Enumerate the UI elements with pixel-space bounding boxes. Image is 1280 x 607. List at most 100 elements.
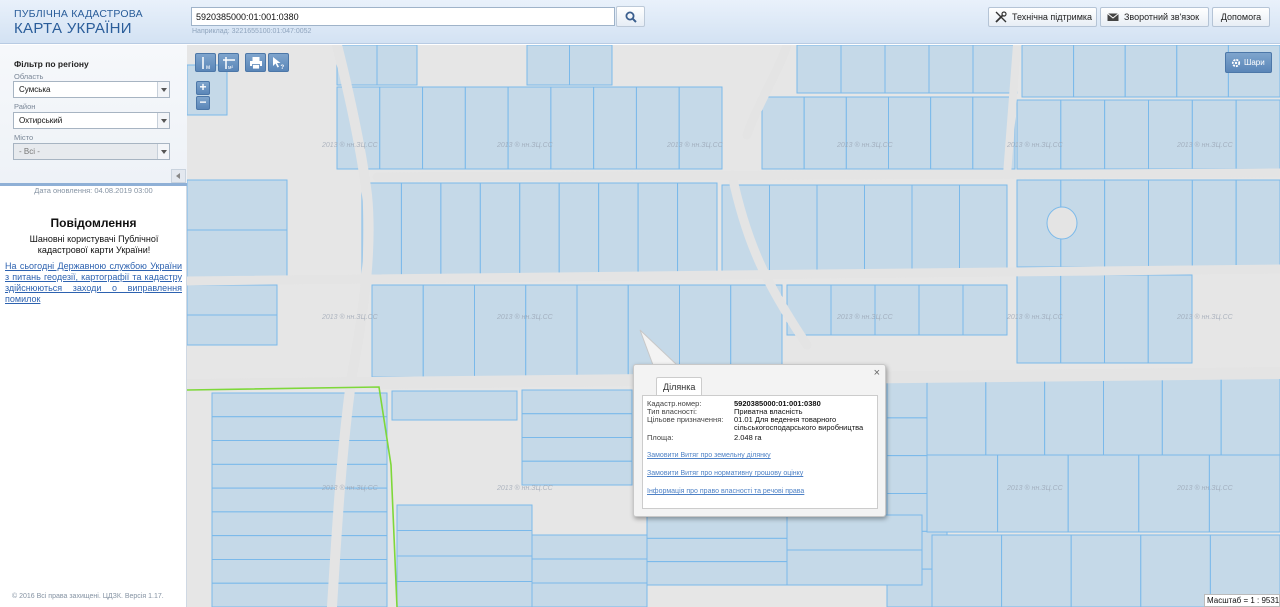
tab-parcel[interactable]: Ділянка	[656, 377, 703, 396]
land-parcel[interactable]	[769, 184, 818, 274]
land-parcel[interactable]	[845, 96, 889, 170]
land-parcel[interactable]	[519, 182, 560, 278]
land-parcel[interactable]	[187, 314, 278, 346]
land-parcel[interactable]	[677, 182, 718, 278]
collapse-sidebar-button[interactable]	[171, 169, 186, 183]
land-parcel[interactable]	[1016, 99, 1062, 170]
land-parcel[interactable]	[396, 530, 533, 557]
land-parcel[interactable]	[531, 534, 648, 560]
land-parcel[interactable]	[1104, 179, 1149, 268]
land-parcel[interactable]	[211, 535, 388, 560]
land-parcel[interactable]	[959, 184, 1008, 274]
land-parcel[interactable]	[521, 389, 633, 415]
land-parcel[interactable]	[1140, 534, 1211, 607]
land-parcel[interactable]	[864, 184, 913, 274]
land-parcel[interactable]	[211, 582, 388, 607]
land-parcel[interactable]	[422, 86, 466, 170]
logo[interactable]: ПУБЛІЧНА КАДАСТРОВА КАРТА УКРАЇНИ	[14, 9, 143, 36]
land-parcel[interactable]	[211, 392, 388, 418]
land-parcel[interactable]	[1235, 179, 1280, 268]
land-parcel[interactable]	[521, 413, 633, 438]
land-parcel[interactable]	[211, 440, 388, 465]
order-parcel-extract-link[interactable]: Замовити Витяг про земельну ділянку	[647, 452, 771, 459]
land-parcel[interactable]	[569, 45, 613, 86]
land-parcel[interactable]	[786, 514, 923, 551]
land-parcel[interactable]	[816, 184, 865, 274]
help-button[interactable]: Допомога	[1212, 7, 1270, 27]
land-parcel[interactable]	[187, 284, 278, 316]
land-parcel[interactable]	[930, 96, 974, 170]
land-parcel[interactable]	[926, 454, 999, 533]
land-parcel[interactable]	[558, 182, 600, 278]
land-parcel[interactable]	[678, 86, 723, 170]
land-parcel[interactable]	[646, 561, 788, 586]
zoom-out-button[interactable]: −	[196, 96, 210, 110]
land-parcel[interactable]	[1148, 179, 1193, 268]
city-select[interactable]: - Всі -	[13, 143, 170, 160]
land-parcel[interactable]	[1191, 99, 1237, 170]
land-parcel[interactable]	[211, 416, 388, 442]
land-parcel[interactable]	[598, 182, 639, 278]
land-parcel[interactable]	[576, 284, 629, 378]
land-parcel[interactable]	[550, 86, 595, 170]
land-parcel[interactable]	[1104, 99, 1149, 170]
land-parcel[interactable]	[1070, 534, 1142, 607]
notice-link[interactable]: На сьогодні Державною службою України з …	[5, 261, 182, 305]
land-parcel[interactable]	[507, 86, 552, 170]
land-parcel[interactable]	[761, 96, 805, 170]
land-parcel[interactable]	[187, 229, 288, 281]
land-parcel[interactable]	[1021, 45, 1075, 98]
land-parcel[interactable]	[985, 374, 1046, 456]
land-parcel[interactable]	[1124, 45, 1178, 98]
popup-close-button[interactable]: ×	[874, 367, 880, 379]
land-parcel[interactable]	[1148, 99, 1193, 170]
land-parcel[interactable]	[379, 86, 424, 170]
land-parcel[interactable]	[931, 534, 1003, 607]
land-parcel[interactable]	[593, 86, 637, 170]
land-parcel[interactable]	[786, 549, 923, 586]
land-parcel[interactable]	[1208, 454, 1280, 533]
land-parcel[interactable]	[400, 182, 442, 278]
land-parcel[interactable]	[1176, 45, 1229, 98]
land-parcel[interactable]	[1104, 274, 1149, 364]
map-canvas[interactable]: 2013 ® нн.ЗЦ.СС 2013 ® нн.ЗЦ.СС 2013 ® н…	[187, 45, 1280, 607]
land-parcel[interactable]	[1103, 374, 1163, 456]
land-parcel[interactable]	[422, 284, 475, 378]
land-parcel[interactable]	[1060, 274, 1105, 364]
land-parcel[interactable]	[474, 284, 527, 378]
land-parcel[interactable]	[525, 284, 578, 378]
identify-button[interactable]: ?	[268, 53, 289, 72]
land-parcel[interactable]	[391, 390, 518, 421]
feedback-button[interactable]: Зворотний зв'язок	[1100, 7, 1209, 27]
land-parcel[interactable]	[928, 45, 974, 94]
land-parcel[interactable]	[1191, 179, 1237, 268]
land-parcel[interactable]	[521, 437, 633, 462]
land-parcel[interactable]	[376, 45, 418, 86]
land-parcel[interactable]	[464, 86, 509, 170]
cadastral-map[interactable]	[187, 45, 1280, 607]
search-button[interactable]	[616, 6, 645, 27]
land-parcel[interactable]	[1138, 454, 1210, 533]
land-parcel[interactable]	[646, 514, 788, 539]
land-parcel[interactable]	[997, 454, 1069, 533]
land-parcel[interactable]	[926, 374, 987, 456]
land-parcel[interactable]	[531, 582, 648, 607]
measure-distance-button[interactable]: м	[195, 53, 216, 72]
land-parcel[interactable]	[1060, 99, 1106, 170]
ownership-info-link[interactable]: Інформація про право власності та речові…	[647, 488, 804, 495]
land-parcel[interactable]	[1161, 374, 1222, 456]
order-valuation-extract-link[interactable]: Замовити Витяг про нормативну грошову оц…	[647, 470, 803, 477]
land-parcel[interactable]	[1235, 99, 1280, 170]
land-parcel[interactable]	[440, 182, 481, 278]
land-parcel[interactable]	[1044, 374, 1104, 456]
land-parcel[interactable]	[521, 460, 633, 486]
land-parcel[interactable]	[1073, 45, 1126, 98]
land-parcel[interactable]	[918, 284, 964, 336]
land-parcel[interactable]	[962, 284, 1008, 336]
land-parcel[interactable]	[911, 184, 960, 274]
land-parcel[interactable]	[888, 96, 932, 170]
land-parcel[interactable]	[803, 96, 847, 170]
land-parcel[interactable]	[396, 504, 533, 531]
zoom-in-button[interactable]: +	[196, 81, 210, 95]
land-parcel[interactable]	[371, 284, 424, 378]
